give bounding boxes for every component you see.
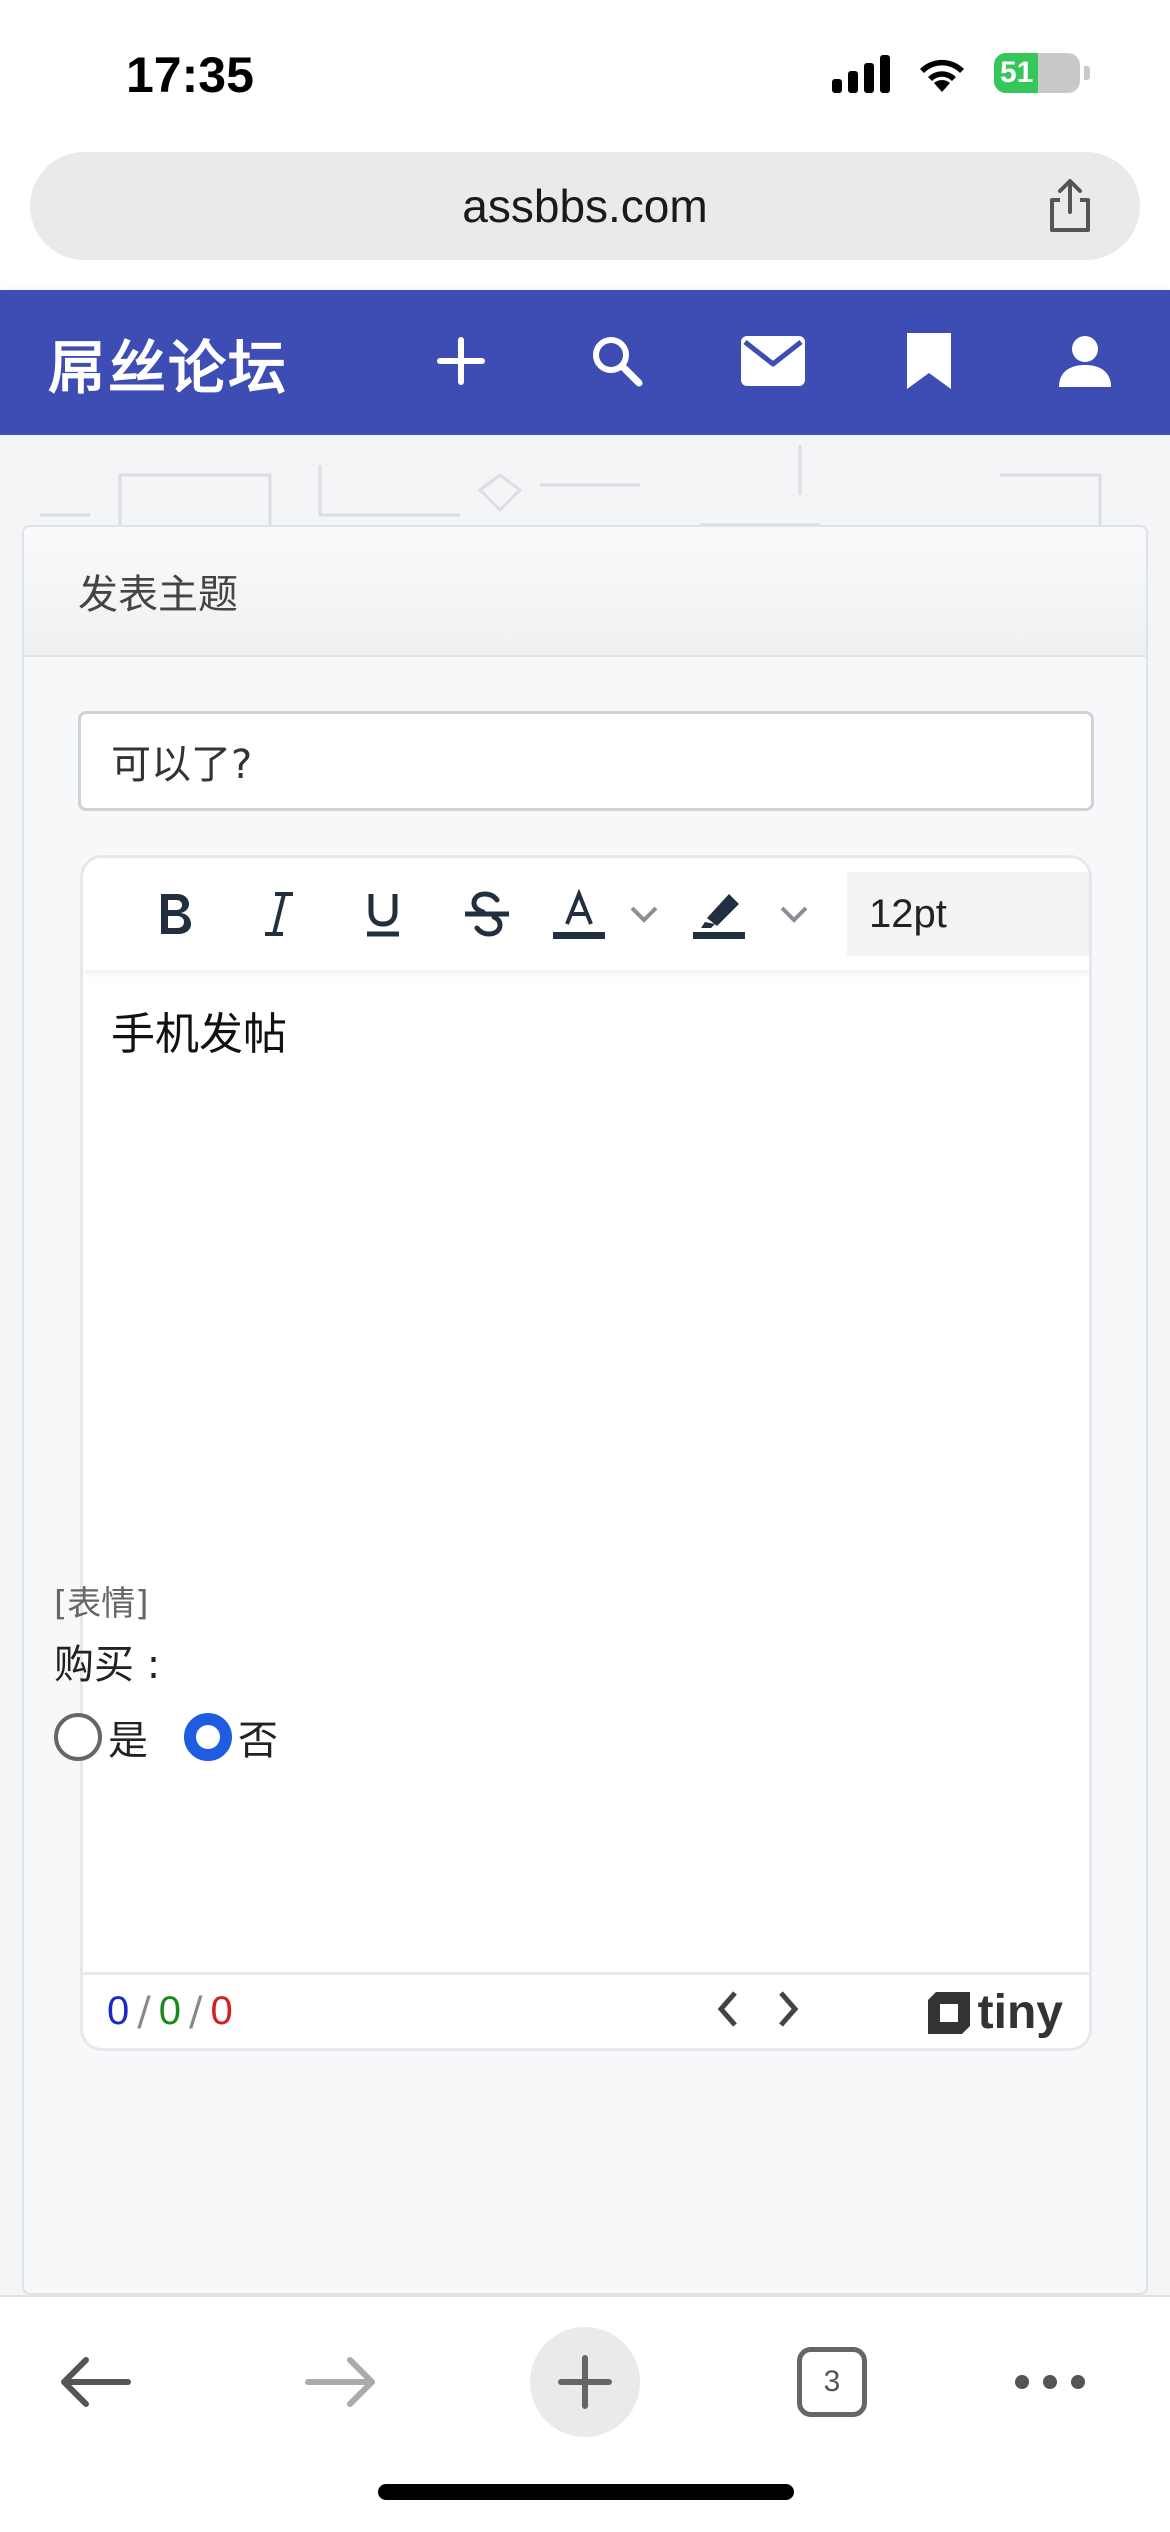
plus-icon [437,337,485,385]
rich-text-editor: 12pt 手机发帖 0 / 0 / 0 tiny [80,855,1092,2051]
chevron-left-icon[interactable] [713,1987,743,2031]
buy-yes-radio[interactable] [54,1713,102,1761]
text-color-dropdown[interactable] [619,874,669,954]
limit-count: 0 [210,1989,233,2033]
editor-body[interactable]: 手机发帖 [83,970,1089,1090]
editor-statusbar: 0 / 0 / 0 tiny [83,1972,1089,2048]
strikethrough-button[interactable] [435,874,539,954]
tiny-label: tiny [977,1986,1063,2039]
count-separator: / [137,1988,151,2035]
buy-yes-label: 是 [108,1718,148,1764]
highlighter-icon [693,894,745,939]
editor-body-text: 手机发帖 [111,1009,287,1060]
forward-button[interactable] [300,2327,380,2437]
forum-brand[interactable]: 屌丝论坛 [48,321,288,405]
italic-icon [265,892,293,936]
search-button[interactable] [582,326,652,396]
count-separator: / [188,1988,203,2035]
buy-no-label: 否 [238,1718,278,1764]
back-button[interactable] [56,2327,136,2437]
profile-button[interactable] [1050,326,1120,396]
tiny-logo-icon [927,1991,970,2034]
plus-icon [558,2355,612,2409]
word-count: 0 [107,1989,130,2033]
chevron-down-icon [780,906,808,923]
search-icon [593,337,643,387]
url-text: assbbs.com [462,180,708,232]
more-button[interactable] [1010,2327,1090,2437]
wifi-icon [920,59,964,92]
editor-nav-arrows [713,1987,803,2031]
strikethrough-icon [465,891,509,937]
bold-icon [161,894,191,934]
highlight-color-dropdown[interactable] [769,874,819,954]
text-color-button[interactable] [539,874,619,954]
address-bar[interactable]: assbbs.com [30,152,1140,260]
emoji-link[interactable]: [表情] [54,1576,149,1625]
favorites-button[interactable] [894,326,964,396]
more-icon [1015,2375,1085,2389]
arrow-left-icon [61,2357,131,2407]
messages-button[interactable] [738,326,808,396]
buy-radio-group: 是 否 [54,1708,314,1766]
underline-icon [367,894,399,937]
tiny-logo[interactable]: tiny [926,1985,1063,2040]
arrow-right-icon [305,2357,375,2407]
forum-header: 屌丝论坛 [0,290,1170,435]
compose-card: 发表主题 可以了? 12pt 手机发帖 0 / 0 / 0 tiny [22,525,1148,2295]
card-title: 发表主题 [78,572,238,618]
bold-button[interactable] [123,874,227,954]
status-icons: 51 [832,52,1090,94]
underline-button[interactable] [331,874,435,954]
chevron-down-icon [630,906,658,923]
home-indicator [378,2484,794,2500]
new-post-button[interactable] [426,326,496,396]
battery-icon: 51 [994,53,1090,93]
italic-button[interactable] [227,874,331,954]
highlight-color-button[interactable] [669,874,769,954]
bookmark-icon [907,333,951,389]
battery-level: 51 [1000,56,1034,89]
card-header: 发表主题 [24,527,1146,657]
mail-icon [741,336,805,386]
char-count: 0 [158,1989,181,2033]
subject-input[interactable] [78,711,1094,811]
user-icon [1059,336,1111,387]
status-bar: 17:35 51 [0,0,1170,150]
signal-icon [832,53,890,93]
buy-label: 购买 : [54,1642,161,1688]
editor-toolbar: 12pt [83,858,1089,970]
status-time: 17:35 [126,47,254,103]
chevron-right-icon[interactable] [773,1987,803,2031]
tabs-button[interactable]: 3 [792,2327,872,2437]
tab-count: 3 [797,2347,867,2417]
new-tab-button[interactable] [530,2327,640,2437]
font-size-select[interactable]: 12pt [847,872,1089,956]
font-size-value: 12pt [869,891,947,936]
share-icon[interactable] [1040,176,1100,236]
background-pattern-icon [40,445,1102,527]
text-color-icon [553,888,605,939]
buy-no-radio[interactable] [184,1713,232,1761]
